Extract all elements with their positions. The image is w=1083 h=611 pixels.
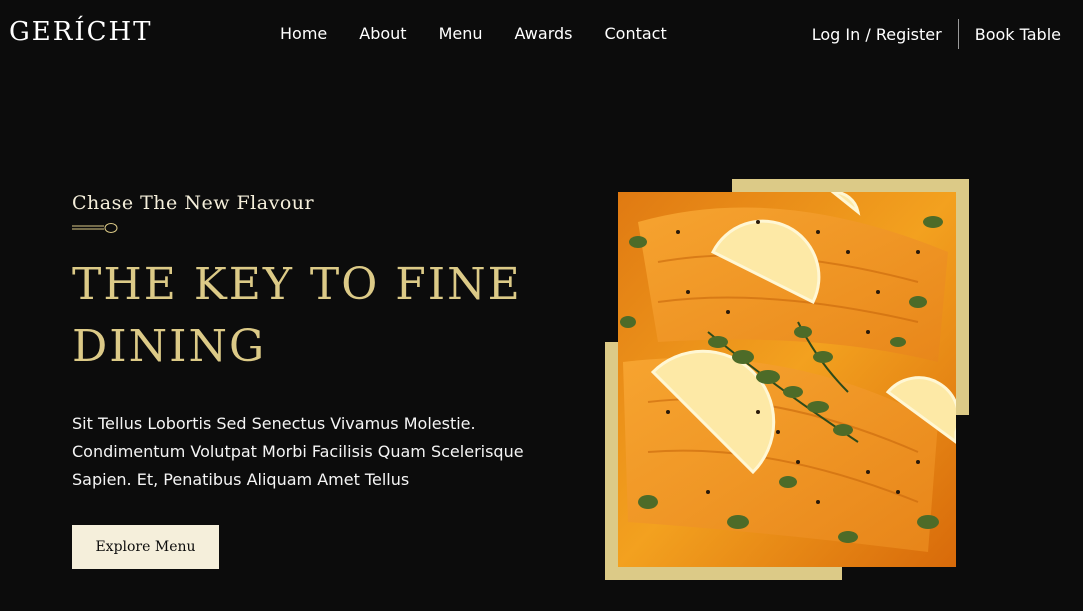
nav-link-menu[interactable]: Menu [439,24,483,43]
nav-link-awards[interactable]: Awards [515,24,573,43]
navbar: GERÍCHT Home About Menu Awards Contact L… [0,0,1083,68]
hero-title: THE KEY TO FINE DINING [72,259,522,372]
book-table-link[interactable]: Book Table [959,25,1061,44]
nav-actions: Log In / Register Book Table [812,19,1061,49]
nav-link-contact[interactable]: Contact [604,24,666,43]
login-register-link[interactable]: Log In / Register [812,25,958,44]
spoon-icon [72,223,118,233]
hero-description: Sit Tellus Lobortis Sed Senectus Vivamus… [72,414,524,489]
hero-food-image [618,192,956,567]
nav-links: Home About Menu Awards Contact [280,24,699,43]
nav-link-about[interactable]: About [359,24,406,43]
explore-menu-button[interactable]: Explore Menu [72,525,219,569]
nav-link-home[interactable]: Home [280,24,327,43]
brand-logo[interactable]: GERÍCHT [9,17,153,47]
hero-subtitle: Chase The New Flavour [72,192,315,214]
